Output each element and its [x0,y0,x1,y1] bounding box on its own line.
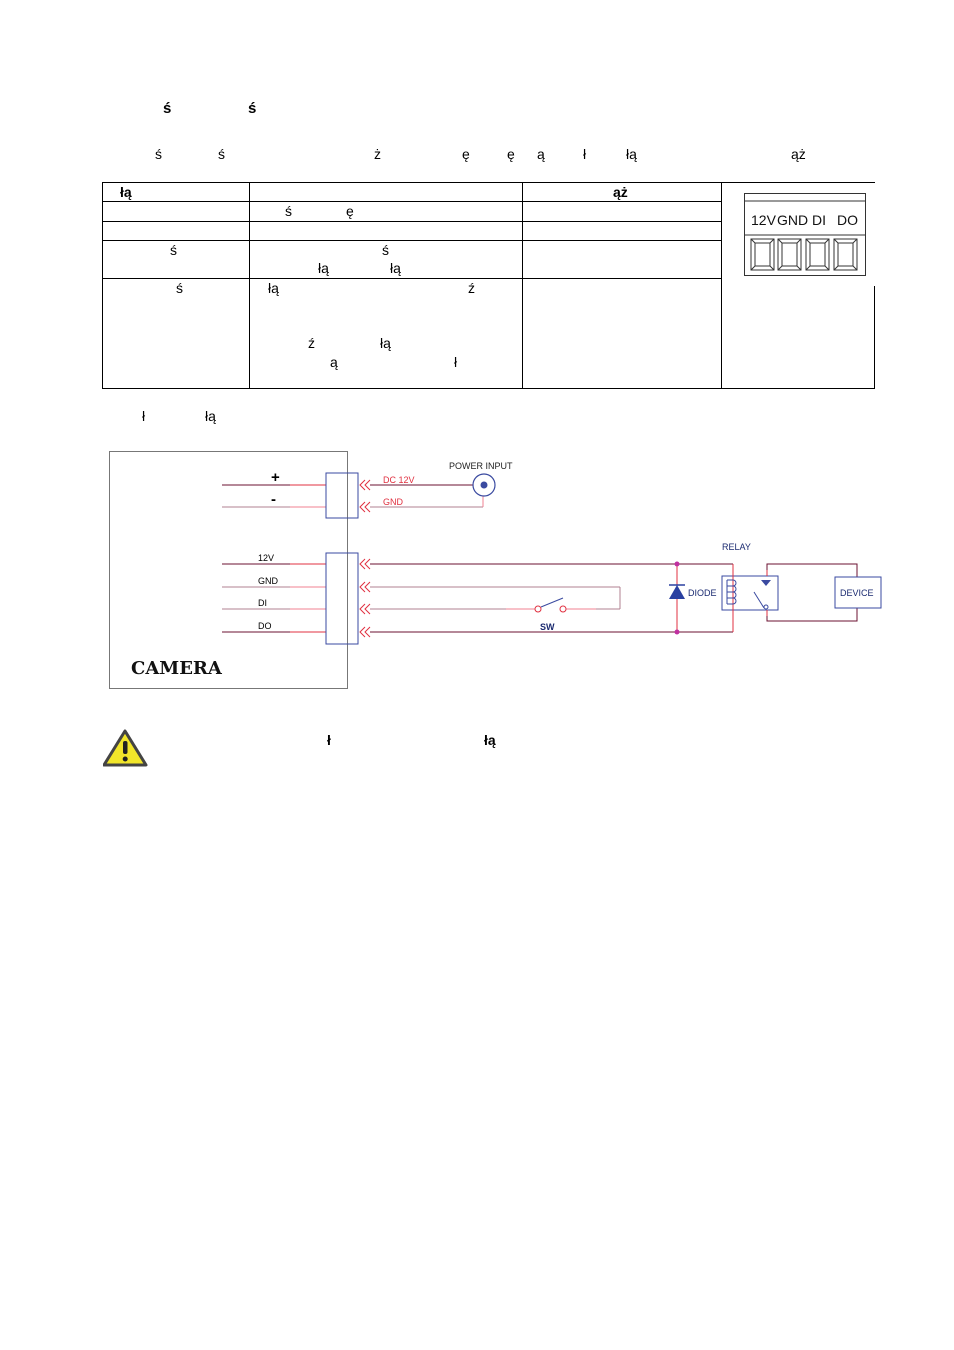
intro-glyph: ś [218,146,225,162]
io-label-gnd: GND [258,576,279,586]
gnd-label: GND [383,497,404,507]
intro-glyph: ś [155,146,162,162]
table-cell: ś [285,203,292,219]
terminal-label-12v: 12V [751,212,777,228]
relay-label: RELAY [722,542,751,552]
io-label-12v: 12V [258,553,274,563]
caption-glyph: ł [142,408,146,424]
table-cell: łą [318,260,329,276]
io-wires-internal [222,563,326,633]
intro-glyph: łą [626,146,637,162]
wiring-diagram: CAMERA + - 12V GND DI DO DC 12V GND POWE… [109,451,882,689]
terminal-minus: - [271,491,276,508]
junction-node [674,561,680,567]
table-cell: łą [268,280,279,296]
switch-icon [534,597,567,613]
table-cell: ź [468,280,475,296]
dc12v-label: DC 12V [383,475,415,485]
diode-label: DIODE [688,588,717,598]
intro-glyph: ą [537,146,545,162]
heading-glyph: ś [163,100,172,117]
switch-label: SW [540,622,555,632]
terminal-label-gnd: GND [777,212,808,228]
table-cell: ą [330,354,338,370]
junction-node [674,629,680,635]
io-label-di: DI [258,598,267,608]
table-cell: ł [454,354,458,370]
intro-glyph: ąż [791,146,806,162]
diode-icon [669,585,685,599]
warning-triangle-icon [103,729,148,767]
intro-glyph: ł [583,146,587,162]
power-input-label: POWER INPUT [449,461,513,471]
chevron-icons [359,479,371,638]
device-label: DEVICE [840,588,874,598]
intro-glyph: ę [462,146,470,162]
terminal-block-icon: 12V GND DI DO [744,193,866,276]
table-cell: ś [170,242,177,258]
table-cell: łą [380,335,391,351]
io-connector [325,552,359,645]
pin-table: łą ąż ś ę ś ś łą łą ś łą ź ź łą ą ł 12V … [102,182,875,389]
power-connector [325,472,359,519]
table-cell: ę [346,203,354,219]
wire-relay-device [766,563,858,577]
intro-glyph: ż [374,146,381,162]
camera-label: CAMERA [131,658,223,679]
heading-glyph: ś [248,100,257,117]
table-cell: łą [390,260,401,276]
table-cell: ź [308,335,315,351]
table-cell: ś [176,280,183,296]
warning-glyph: ł [327,732,331,748]
warning-glyph: łą [484,732,496,748]
terminal-label-di: DI [812,212,826,228]
table-header-col3: ąż [613,184,628,200]
terminal-plus: + [271,469,280,486]
caption-glyph: łą [205,408,216,424]
terminal-label-do: DO [837,212,858,228]
camera-box [109,451,348,689]
io-label-do: DO [258,621,272,631]
intro-glyph: ę [507,146,515,162]
table-header-col1: łą [120,184,132,200]
table-cell: ś [382,242,389,258]
